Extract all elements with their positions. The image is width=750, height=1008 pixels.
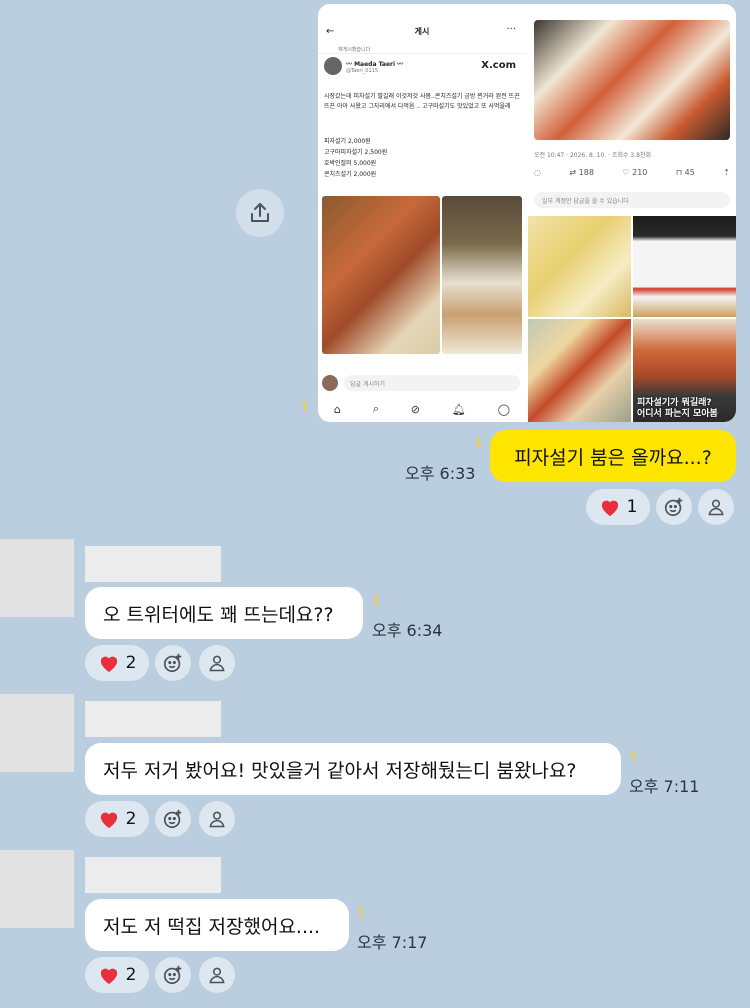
message-bubble[interactable]: 오 트위터에도 꽤 뜨는데요?? — [85, 587, 363, 639]
reply-avatar — [322, 375, 338, 391]
add-reaction-button[interactable] — [155, 801, 191, 837]
tweet-reply-bar: 답글 게시하기 — [318, 372, 526, 394]
message-icon: ◯ — [497, 402, 511, 416]
add-reaction-button[interactable] — [155, 645, 191, 681]
sender-avatar[interactable] — [0, 850, 74, 928]
repost-note: 재게시했습니다 — [338, 47, 371, 53]
heart-reaction[interactable]: 1 — [586, 489, 650, 525]
add-emoji-icon — [163, 965, 182, 985]
author-name: 〰 Maeda Taeri 〰 — [346, 61, 404, 68]
tweet-actions: ◌ ⇄ 188 ♡ 210 ⊓ 45 ⇡ — [534, 168, 730, 177]
tweet-detail: 오전 10:47 · 2026. 8. 10. · 조회수 3.8천회 ◌ ⇄ … — [528, 4, 736, 214]
photo-tile — [528, 319, 631, 422]
price-line: 피자설기 2,000원 — [324, 138, 371, 145]
tweet-bottom-nav: ⌂ ⌕ ⊘ 🔔︎ ◯ — [318, 396, 526, 422]
bookmark-count: ⊓ 45 — [675, 168, 695, 177]
add-reaction-button[interactable] — [155, 957, 191, 993]
sender-name — [85, 701, 221, 737]
reactors-button[interactable] — [199, 645, 235, 681]
photo-tile — [633, 216, 736, 317]
reply-icon: ◌ — [534, 168, 541, 177]
sender-name — [85, 857, 221, 893]
tweet-meta: 오전 10:47 · 2026. 8. 10. · 조회수 3.8천회 — [534, 152, 651, 159]
heart-count: 2 — [125, 653, 137, 673]
heart-reaction[interactable]: 2 — [85, 801, 149, 837]
message-unread-count: 1 — [357, 906, 366, 922]
share-icon: ⇡ — [723, 168, 730, 177]
heart-count: 2 — [125, 965, 137, 985]
grok-icon: ⊘ — [410, 402, 421, 416]
image-unread-count: 1 — [300, 400, 309, 416]
reactors-button[interactable] — [199, 957, 235, 993]
heart-reaction[interactable]: 2 — [85, 645, 149, 681]
tweet-header: ← 게시 ··· 재게시했습니다 — [318, 4, 526, 54]
heart-icon — [100, 656, 117, 673]
promo-caption: 피자설기가 뭐길래? 어디서 파는지 모아봄 — [637, 398, 718, 419]
message-unread-count: 1 — [372, 594, 381, 610]
sender-avatar[interactable] — [0, 539, 74, 617]
add-emoji-icon — [664, 497, 683, 517]
bell-icon: 🔔︎ — [451, 402, 466, 416]
add-reaction-button[interactable] — [656, 489, 692, 525]
sender-avatar[interactable] — [0, 694, 74, 772]
tweet-body: 시장갔는데 피자설기 팔길래 이것저것 사봄..콘치즈설기 금방 찐거라 완전 … — [324, 93, 520, 110]
heart-count: 1 — [626, 497, 638, 517]
share-icon — [251, 203, 269, 222]
tweet-photo-pizza — [322, 196, 440, 354]
message-time: 오후 6:34 — [372, 621, 443, 640]
author-handle: @Taeri_0115 — [346, 68, 379, 74]
price-line: 호박인절미 5,000원 — [324, 160, 377, 167]
tweet-photo-shop — [442, 196, 522, 354]
message-unread-count: 1 — [474, 436, 483, 452]
person-icon — [708, 499, 724, 516]
reactors-button[interactable] — [698, 489, 734, 525]
like-count: ♡ 210 — [622, 168, 648, 177]
x-logo: X.com — [481, 60, 516, 71]
sender-name — [85, 546, 221, 582]
home-icon: ⌂ — [333, 402, 341, 416]
tweet-header-title: 게시 — [414, 27, 430, 36]
heart-icon — [601, 500, 618, 517]
shared-image[interactable]: ← 게시 ··· 재게시했습니다 〰 Maeda Taeri 〰 @Taeri_… — [318, 4, 736, 422]
search-icon: ⌕ — [372, 402, 379, 415]
my-message-bubble[interactable]: 피자설기 붐은 올까요...? — [490, 430, 736, 482]
reply-restricted: 일부 계정만 답글을 쓸 수 있습니다 — [534, 192, 730, 208]
more-icon: ··· — [506, 24, 516, 35]
tweet-screenshot-2: 오전 10:47 · 2026. 8. 10. · 조회수 3.8천회 ◌ ⇄ … — [528, 4, 736, 422]
price-line: 고구마피자설기 2,500원 — [324, 149, 388, 156]
share-button[interactable] — [236, 189, 284, 237]
add-emoji-icon — [163, 809, 182, 829]
add-emoji-icon — [163, 653, 182, 673]
message-time: 오후 7:11 — [629, 777, 700, 796]
message-time: 오후 7:17 — [357, 933, 428, 952]
price-line: 콘치즈설기 2,000원 — [324, 171, 377, 178]
tweet-screenshot: ← 게시 ··· 재게시했습니다 〰 Maeda Taeri 〰 @Taeri_… — [318, 4, 526, 422]
photo-tile: 피자설기가 뭐길래? 어디서 파는지 모아봄 — [633, 319, 736, 422]
heart-icon — [100, 968, 117, 985]
reply-placeholder: 답글 게시하기 — [344, 375, 520, 391]
author-avatar — [324, 57, 342, 75]
person-icon — [209, 811, 225, 828]
tweet-prices: 피자설기 2,000원 고구마피자설기 2,500원 호박인절미 5,000원 … — [324, 136, 387, 180]
message-time: 오후 6:33 — [405, 464, 476, 483]
message-bubble[interactable]: 저두 저거 봤어요! 맛있을거 같아서 저장해뒀는디 붐왔나요? — [85, 743, 621, 795]
person-icon — [209, 967, 225, 984]
message-unread-count: 1 — [629, 750, 638, 766]
reactors-button[interactable] — [199, 801, 235, 837]
tweet-photo-slices — [534, 20, 730, 140]
message-bubble[interactable]: 저도 저 떡집 저장했어요.... — [85, 899, 349, 951]
photo-tile — [528, 216, 631, 317]
heart-icon — [100, 812, 117, 829]
photo-grid: 피자설기가 뭐길래? 어디서 파는지 모아봄 — [528, 216, 736, 422]
heart-count: 2 — [125, 809, 137, 829]
heart-reaction[interactable]: 2 — [85, 957, 149, 993]
retweet-count: ⇄ 188 — [569, 168, 594, 177]
person-icon — [209, 655, 225, 672]
